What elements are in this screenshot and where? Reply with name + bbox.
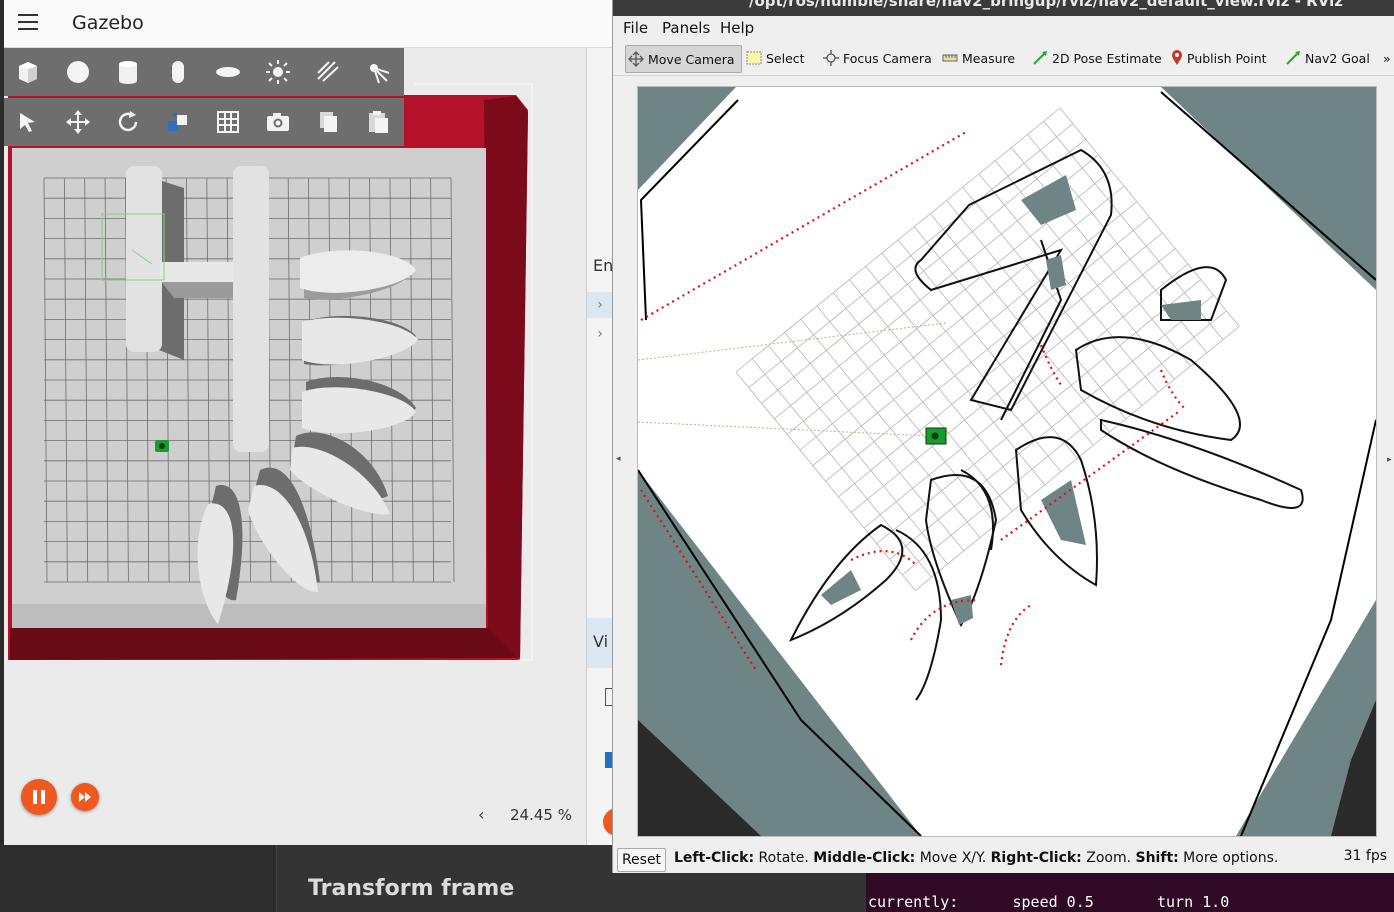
status-left-click-value: Rotate.	[754, 850, 814, 866]
real-time-factor: 24.45 %	[510, 806, 572, 824]
robot-marker	[925, 427, 947, 445]
gazebo-title: Gazebo	[72, 12, 144, 34]
sun-light-icon[interactable]	[263, 57, 293, 87]
tool-label: Select	[766, 50, 805, 66]
directional-light-icon[interactable]	[313, 57, 343, 87]
world-wall-shadow	[484, 96, 528, 658]
rviz-window-title: /opt/ros/humble/share/nav2_bringup/rviz/…	[749, 0, 1343, 10]
fps-counter: 31 fps	[1343, 848, 1387, 864]
camera-icon[interactable]	[263, 107, 293, 137]
desktop-panel-left	[0, 845, 276, 912]
tool-select[interactable]: Select	[746, 45, 805, 71]
tool-nav2-goal[interactable]: Nav2 Goal	[1285, 45, 1370, 71]
sphere-icon[interactable]	[63, 57, 93, 87]
wall-vertical-right	[233, 166, 269, 452]
rviz-3d-view[interactable]	[637, 86, 1377, 837]
tool-publish-point[interactable]: Publish Point	[1171, 45, 1267, 71]
cylinder-icon[interactable]	[113, 57, 143, 87]
status-help-text: Left-Click: Rotate. Middle-Click: Move X…	[674, 850, 1278, 866]
gazebo-window: Gazebo En › › Vi ‹ 24.45 %	[4, 0, 613, 845]
tool-label: Publish Point	[1187, 50, 1267, 66]
tool-2d-pose-estimate[interactable]: 2D Pose Estimate	[1032, 45, 1162, 71]
gazebo-right-panel: En › › Vi	[586, 48, 613, 845]
pause-button[interactable]	[21, 779, 57, 815]
translate-icon[interactable]	[63, 107, 93, 137]
toolbar-overflow-button[interactable]: »	[1383, 45, 1391, 71]
occupancy-map-render	[638, 87, 1376, 836]
publish-point-icon	[1171, 50, 1183, 66]
rviz-titlebar: /opt/ros/humble/share/nav2_bringup/rviz/…	[613, 0, 1394, 16]
world-floor-edge	[12, 604, 486, 628]
menu-help[interactable]: Help	[720, 19, 754, 37]
pose-estimate-icon	[1032, 50, 1048, 66]
rviz-toolbar: Move Camera Select Focus Camera Measure …	[613, 42, 1394, 76]
tool-focus-camera[interactable]: Focus Camera	[823, 45, 932, 71]
robot-model	[155, 440, 169, 452]
rotate-icon[interactable]	[113, 107, 143, 137]
status-right-click-value: Zoom.	[1081, 850, 1136, 866]
spot-light-icon[interactable]	[363, 57, 393, 87]
select-arrow-icon[interactable]	[13, 107, 43, 137]
status-shift-value: More options.	[1178, 850, 1279, 866]
measure-icon	[942, 53, 958, 63]
copy-icon[interactable]	[313, 107, 343, 137]
gazebo-3d-scene[interactable]	[4, 48, 586, 845]
box-icon[interactable]	[13, 57, 43, 87]
hamburger-menu-icon[interactable]	[18, 14, 38, 32]
status-middle-click-value: Move X/Y.	[915, 850, 991, 866]
wall-horizontal	[160, 262, 236, 282]
menu-file[interactable]: File	[623, 19, 648, 37]
world-wall-shadow	[10, 628, 518, 660]
tool-label: Focus Camera	[843, 50, 932, 66]
paste-icon[interactable]	[363, 107, 393, 137]
rtf-collapse-arrow[interactable]: ‹	[478, 805, 484, 824]
tools-toolbar	[4, 98, 404, 146]
terminal-output-line: currently: speed 0.5 turn 1.0	[868, 893, 1230, 911]
status-left-click-key: Left-Click:	[674, 850, 755, 866]
chevron-right-icon[interactable]: ›	[587, 321, 613, 347]
move-camera-icon	[628, 51, 644, 67]
nav2-goal-icon	[1285, 50, 1301, 66]
rviz-status-bar: Reset Left-Click: Rotate. Middle-Click: …	[613, 845, 1394, 873]
tool-label: Measure	[962, 50, 1016, 66]
collapse-right-arrow-icon[interactable]: ▸	[1387, 455, 1392, 465]
transform-frame-title: Transform frame	[308, 876, 515, 901]
capsule-icon[interactable]	[163, 57, 193, 87]
grid-icon[interactable]	[213, 107, 243, 137]
tool-measure[interactable]: Measure	[942, 45, 1015, 71]
status-middle-click-key: Middle-Click:	[813, 850, 916, 866]
tool-label: Move Camera	[648, 51, 735, 67]
focus-camera-icon	[823, 50, 839, 66]
shapes-toolbar	[4, 48, 404, 96]
view-panel-header[interactable]: Vi	[587, 618, 613, 668]
gazebo-world-render	[8, 83, 533, 661]
tool-label: 2D Pose Estimate	[1052, 50, 1162, 66]
step-forward-button[interactable]	[71, 783, 99, 811]
view-panel-label: Vi	[593, 632, 609, 651]
status-shift-key: Shift:	[1135, 850, 1179, 866]
entity-tree-label: En	[593, 256, 613, 275]
menu-panels[interactable]: Panels	[662, 19, 710, 37]
rviz-menubar: File Panels Help	[613, 16, 1394, 40]
collapse-left-arrow-icon[interactable]: ◂	[616, 454, 621, 464]
terminal-window[interactable]: currently: speed 0.5 turn 1.0	[866, 872, 1394, 912]
select-icon	[746, 51, 762, 65]
reset-button[interactable]: Reset	[617, 848, 666, 872]
tool-label: Nav2 Goal	[1305, 50, 1370, 66]
snap-icon[interactable]	[163, 107, 193, 137]
status-right-click-key: Right-Click:	[990, 850, 1082, 866]
tool-move-camera[interactable]: Move Camera	[625, 45, 742, 73]
gazebo-header: Gazebo	[4, 0, 612, 48]
rviz-left-splitter[interactable]: ◂	[613, 76, 627, 846]
rviz-window: /opt/ros/humble/share/nav2_bringup/rviz/…	[612, 0, 1394, 873]
chevron-right-icon[interactable]: ›	[587, 292, 613, 318]
ellipsoid-icon[interactable]	[213, 57, 243, 87]
